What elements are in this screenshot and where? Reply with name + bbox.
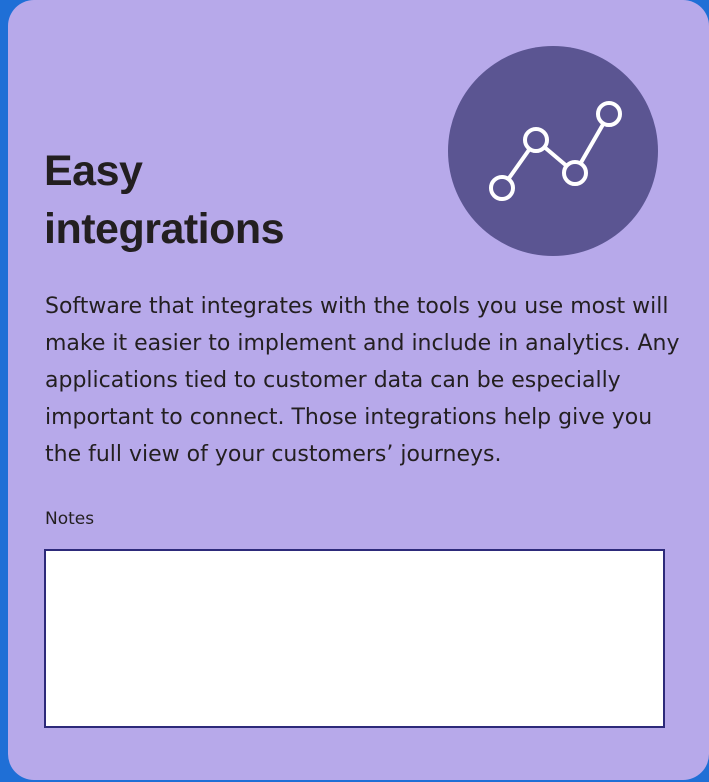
line-chart-icon bbox=[448, 46, 658, 256]
line-chart-icon-graphic bbox=[489, 101, 622, 201]
card-description: Software that integrates with the tools … bbox=[45, 294, 680, 467]
notes-textarea[interactable] bbox=[44, 549, 665, 728]
chart-point bbox=[596, 101, 622, 127]
notes-label: Notes bbox=[45, 509, 95, 529]
card-title: Easy integrations bbox=[44, 147, 285, 253]
chart-point bbox=[489, 175, 515, 201]
chart-point bbox=[523, 127, 549, 153]
chart-line bbox=[500, 112, 611, 190]
chart-point bbox=[562, 160, 588, 186]
integration-card: Easy integrations Software that integrat… bbox=[8, 0, 709, 780]
